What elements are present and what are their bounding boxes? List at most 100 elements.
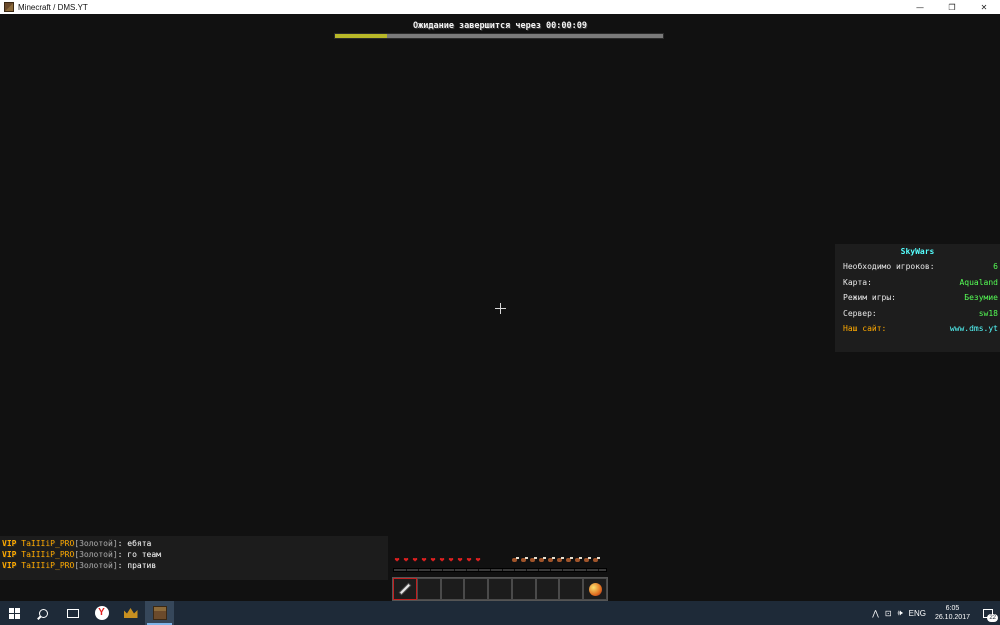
heart-icon: ❤ [421, 555, 427, 564]
hotbar-slot[interactable] [535, 578, 560, 600]
scoreboard-row: Необходимо игроков: 6 [835, 259, 1000, 275]
chat-line: VIP TaIIIiP_PRO[Золотой]: го теам [0, 549, 388, 560]
clock-date: 26.10.2017 [934, 614, 970, 621]
scoreboard-row: Карта: Aqualand [835, 275, 1000, 291]
action-center-button[interactable]: 22 [976, 601, 1000, 625]
hotbar-slot[interactable] [440, 578, 465, 600]
hotbar-slot[interactable] [488, 578, 512, 600]
scoreboard-label: Необходимо игроков: [843, 262, 935, 271]
restore-button[interactable]: ❐ [936, 0, 968, 14]
heart-icon: ❤ [457, 555, 463, 564]
xp-segment-divider [442, 569, 443, 571]
minecraft-app-icon [4, 2, 14, 12]
scoreboard-value: Безумие [964, 293, 998, 302]
scoreboard-label: Карта: [843, 277, 872, 287]
scoreboard: SkyWars Необходимо игроков: 6 Карта: Aqu… [835, 244, 1000, 352]
yandex-browser-button[interactable]: Y [87, 601, 116, 625]
xp-segment-divider [418, 569, 419, 571]
drumstick-icon [574, 556, 582, 564]
drumstick-icon [511, 556, 519, 564]
language-indicator[interactable]: ENG [906, 609, 929, 618]
hotbar-slot[interactable] [559, 578, 584, 600]
task-view-button[interactable] [58, 601, 87, 625]
launcher-button[interactable] [116, 601, 145, 625]
xp-segment-divider [514, 569, 515, 571]
window-title: Minecraft / DMS.YT [18, 2, 88, 12]
heart-icon: ❤ [394, 555, 400, 564]
scoreboard-value: 6 [993, 262, 998, 271]
xp-segment-divider [586, 569, 587, 571]
window-titlebar: Minecraft / DMS.YT — ❐ ✕ [0, 0, 1000, 14]
window-controls: — ❐ ✕ [904, 0, 1000, 14]
crown-launcher-icon [123, 608, 138, 618]
chat-rank: [Золотой] [74, 539, 118, 548]
volume-icon[interactable]: 🕪 [895, 608, 906, 618]
hotbar-slot[interactable] [511, 578, 536, 600]
chat-panel: VIP TaIIIiP_PRO[Золотой]: ебята VIP TaII… [0, 536, 388, 580]
hotbar-slot[interactable] [583, 578, 608, 600]
drumstick-icon [529, 556, 537, 564]
game-viewport[interactable]: Ожидание завершится через 00:00:09 SkyWa… [0, 14, 1000, 601]
experience-bar [393, 568, 607, 572]
xp-segment-divider [430, 569, 431, 571]
xp-segment-divider [490, 569, 491, 571]
system-tray: ⋀ ⊡ 🕪 ENG 6:05 26.10.2017 22 [869, 601, 1000, 625]
task-view-icon [66, 608, 79, 618]
drumstick-icon [547, 556, 555, 564]
scoreboard-label: Сервер: [843, 308, 877, 318]
drumstick-icon [592, 556, 600, 564]
hotbar-slot[interactable] [464, 578, 489, 600]
minecraft-taskbar-button[interactable] [145, 601, 174, 625]
heart-icon: ❤ [430, 555, 436, 564]
xp-segment-divider [538, 569, 539, 571]
scoreboard-value: sw18 [978, 308, 998, 318]
clock[interactable]: 6:05 26.10.2017 [929, 604, 976, 622]
tray-overflow-button[interactable]: ⋀ [869, 609, 882, 618]
scoreboard-label: Режим игры: [843, 293, 896, 302]
xp-segment-divider [526, 569, 527, 571]
minimize-button[interactable]: — [904, 0, 936, 14]
notification-count: 22 [987, 614, 998, 622]
close-button[interactable]: ✕ [968, 0, 1000, 14]
health-bar: ❤ ❤ ❤ ❤ ❤ ❤ ❤ ❤ ❤ ❤ [393, 556, 482, 564]
bossbar-title: Ожидание завершится через 00:00:09 [413, 21, 587, 31]
heart-icon: ❤ [403, 555, 409, 564]
hotbar-slot[interactable] [393, 578, 417, 600]
hotbar-slot[interactable] [416, 578, 441, 600]
drumstick-icon [583, 556, 591, 564]
chat-separator: : [117, 561, 123, 570]
hotbar [392, 577, 608, 601]
bossbar [334, 33, 664, 39]
scoreboard-value: Aqualand [959, 277, 998, 287]
xp-segment-divider [550, 569, 551, 571]
start-button[interactable] [0, 601, 29, 625]
chat-prefix: VIP [2, 539, 17, 548]
chat-prefix: VIP [2, 561, 17, 570]
chat-player-name: TaIIIiP_PRO [21, 539, 75, 548]
drumstick-icon [565, 556, 573, 564]
drumstick-icon [538, 556, 546, 564]
chat-message: ебята [127, 539, 152, 548]
chat-separator: : [117, 550, 123, 559]
heart-icon: ❤ [439, 555, 445, 564]
scoreboard-row: Наш сайт: www.dms.yt [835, 321, 1000, 337]
search-button[interactable] [29, 601, 58, 625]
scoreboard-label: Наш сайт: [843, 324, 887, 333]
chat-rank: [Золотой] [74, 561, 118, 570]
chat-message: пратив [127, 561, 157, 570]
yandex-browser-icon: Y [94, 606, 109, 620]
heart-icon: ❤ [448, 555, 454, 564]
xp-segment-divider [478, 569, 479, 571]
xp-segment-divider [598, 569, 599, 571]
search-icon [39, 608, 48, 618]
crosshair-icon [495, 303, 506, 314]
xp-segment-divider [406, 569, 407, 571]
scoreboard-value: www.dms.yt [949, 324, 998, 333]
scoreboard-title: SkyWars [835, 244, 1000, 259]
windows-logo-icon [9, 607, 20, 619]
network-icon[interactable]: ⊡ [882, 609, 895, 618]
orb-icon [588, 582, 602, 596]
drumstick-icon [556, 556, 564, 564]
chat-line: VIP TaIIIiP_PRO[Золотой]: ебята [0, 538, 388, 549]
minecraft-icon [152, 606, 167, 620]
